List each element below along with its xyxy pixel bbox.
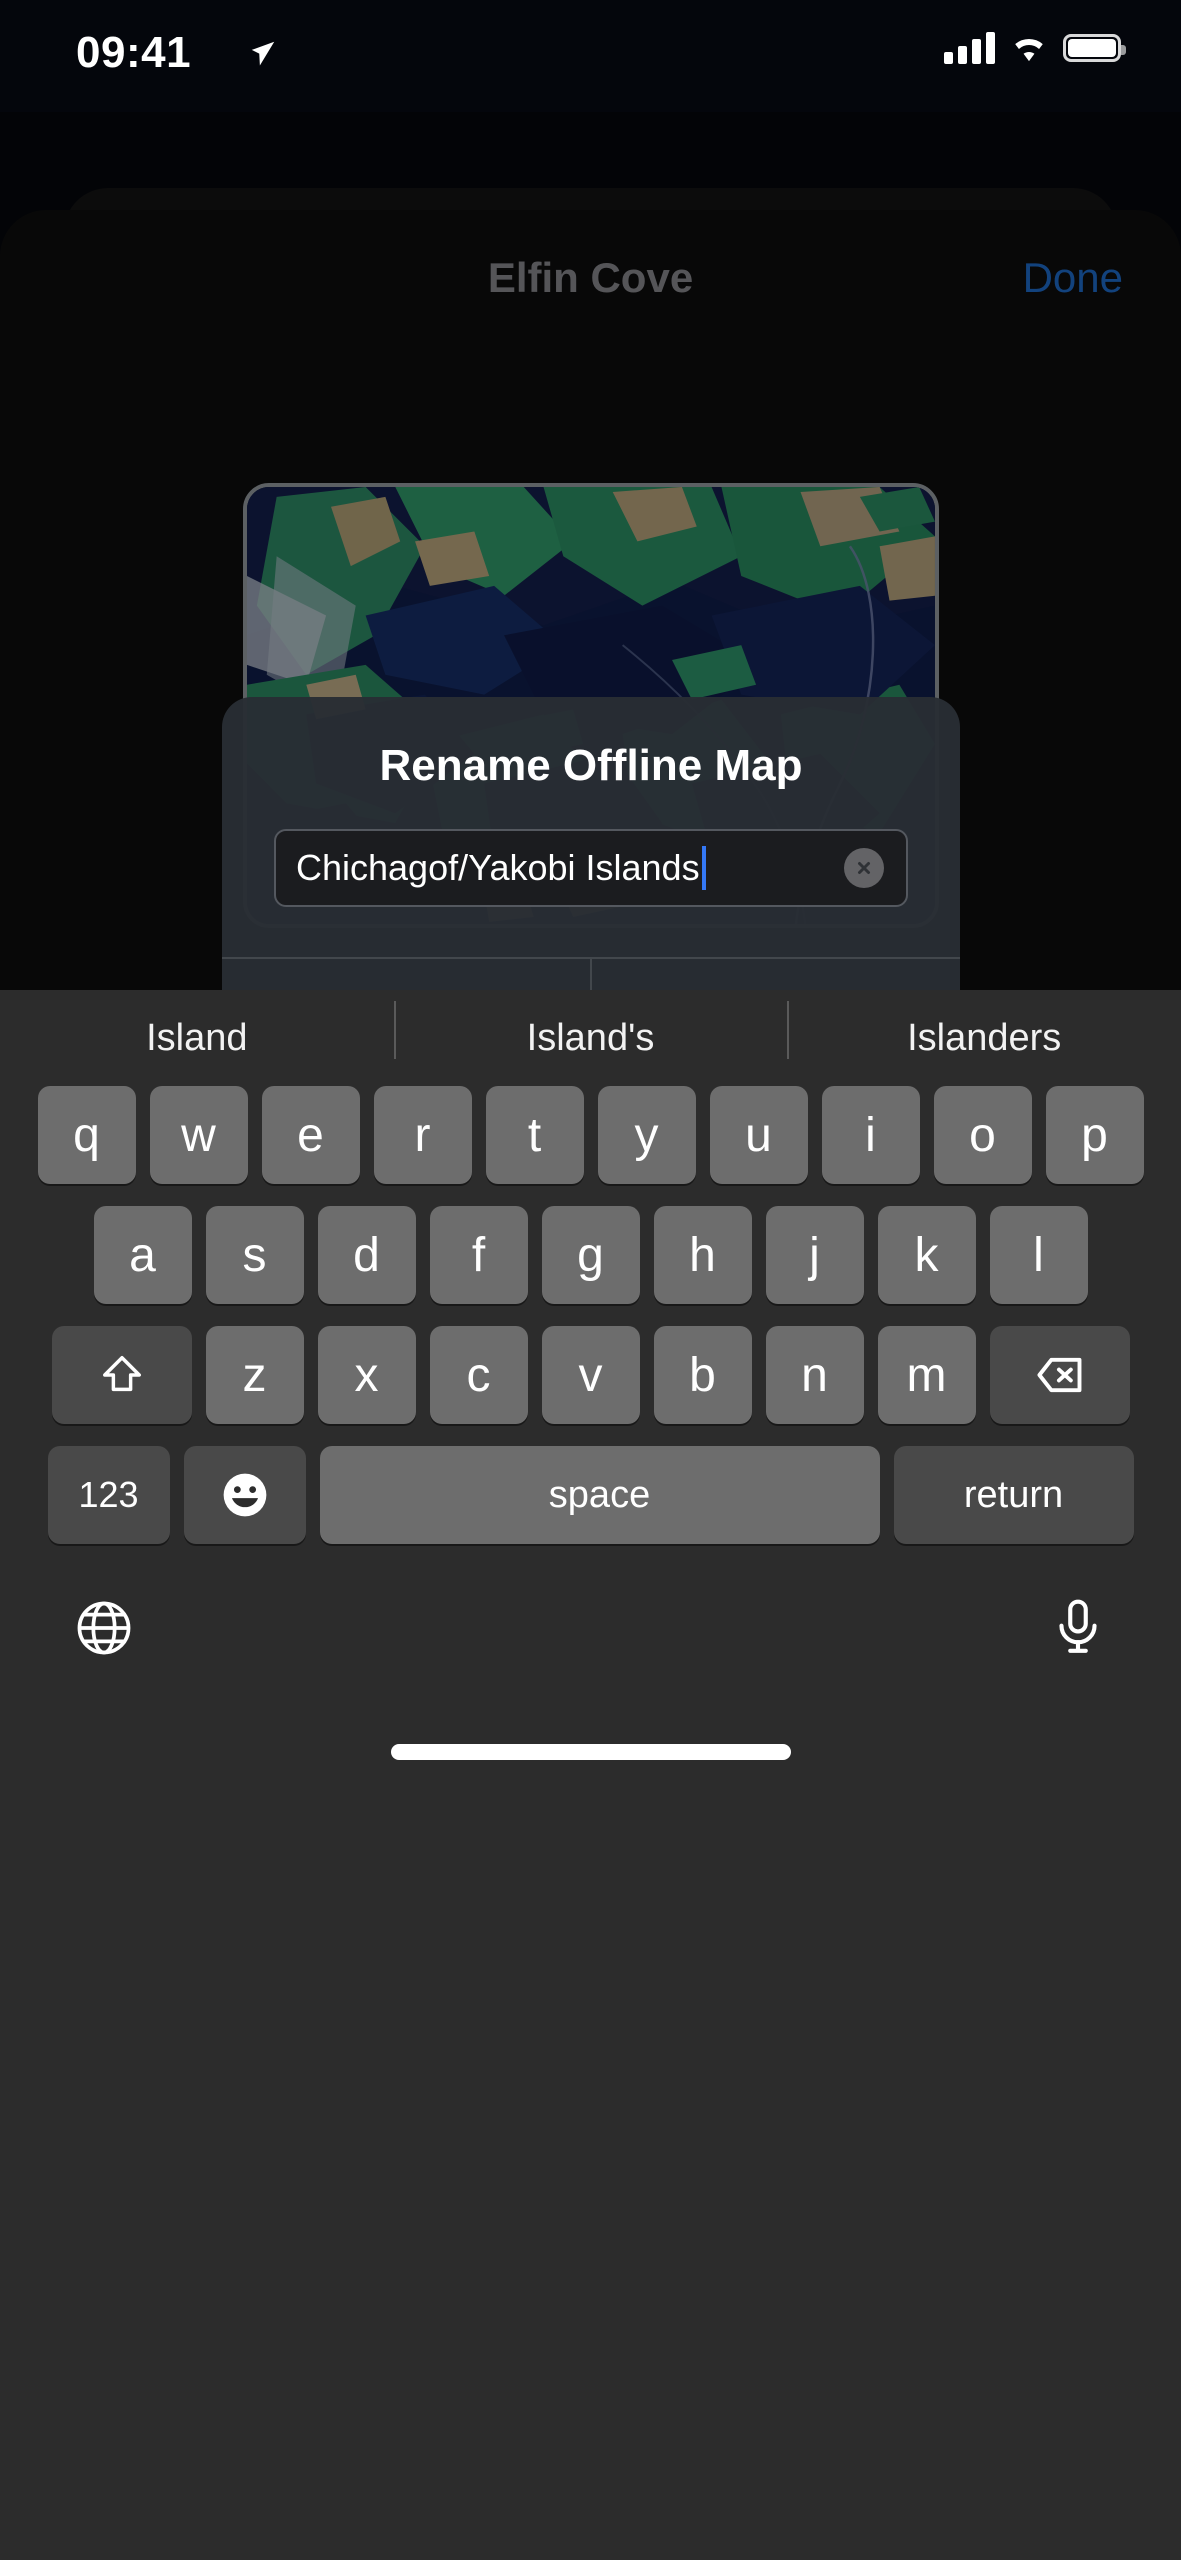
cellular-signal-icon <box>944 32 995 64</box>
iphone-screen: Elfin Cove Done Rename Offline Map Chich… <box>0 0 1181 2560</box>
battery-icon <box>1063 34 1126 62</box>
key-w[interactable]: w <box>149 1086 248 1184</box>
key-s[interactable]: s <box>205 1206 304 1304</box>
location-arrow-icon <box>251 41 275 66</box>
key-x[interactable]: x <box>317 1326 416 1424</box>
clear-text-button[interactable] <box>844 848 884 888</box>
key-v[interactable]: v <box>541 1326 640 1424</box>
key-a[interactable]: a <box>93 1206 192 1304</box>
key-y[interactable]: y <box>597 1086 696 1184</box>
suggestion-item[interactable]: Island <box>0 1017 394 1060</box>
status-indicators <box>944 32 1126 64</box>
wifi-icon <box>1015 38 1043 62</box>
alert-field-wrapper: Chichagof/Yakobi Islands <box>222 791 960 907</box>
key-o[interactable]: o <box>933 1086 1032 1184</box>
key-j[interactable]: j <box>765 1206 864 1304</box>
key-c[interactable]: c <box>429 1326 528 1424</box>
key-u[interactable]: u <box>709 1086 808 1184</box>
keyboard-row-2: a s d f g h j k l <box>0 1206 1181 1304</box>
status-bar: 09:41 <box>0 0 1181 112</box>
return-key[interactable]: return <box>893 1446 1134 1544</box>
key-h[interactable]: h <box>653 1206 752 1304</box>
text-cursor <box>701 846 706 890</box>
key-n[interactable]: n <box>765 1326 864 1424</box>
emoji-smiley-icon <box>223 1473 266 1517</box>
shift-arrow-icon <box>102 1356 141 1392</box>
key-r[interactable]: r <box>373 1086 472 1184</box>
rename-text-field[interactable]: Chichagof/Yakobi Islands <box>274 829 908 907</box>
keyboard-row-3: z x c v b n m <box>0 1326 1181 1424</box>
alert-title: Rename Offline Map <box>379 741 803 790</box>
key-z[interactable]: z <box>205 1326 304 1424</box>
globe-icon <box>77 1601 131 1655</box>
backspace-icon <box>1036 1357 1081 1393</box>
status-time: 09:41 <box>76 28 192 77</box>
key-q[interactable]: q <box>37 1086 136 1184</box>
suggestion-item[interactable]: Islanders <box>787 1000 1181 1060</box>
shift-key[interactable] <box>51 1326 192 1424</box>
keyboard-row-4: 123 space return <box>0 1446 1181 1544</box>
suggestion-bar: Island Island's Islanders <box>0 990 1181 1086</box>
key-k[interactable]: k <box>877 1206 976 1304</box>
suggestion-item[interactable]: Island's <box>393 1000 788 1060</box>
key-b[interactable]: b <box>653 1326 752 1424</box>
dictation-key[interactable] <box>1047 1596 1109 1663</box>
rename-input-value: Chichagof/Yakobi Islands <box>296 847 700 888</box>
clear-circle-icon <box>858 862 870 874</box>
onscreen-keyboard: Island Island's Islanders q w e r t y u … <box>0 990 1181 2560</box>
key-f[interactable]: f <box>429 1206 528 1304</box>
key-i[interactable]: i <box>821 1086 920 1184</box>
backspace-key[interactable] <box>989 1326 1130 1424</box>
emoji-key[interactable] <box>183 1446 306 1544</box>
microphone-icon <box>1059 1599 1097 1653</box>
key-d[interactable]: d <box>317 1206 416 1304</box>
key-t[interactable]: t <box>485 1086 584 1184</box>
key-p[interactable]: p <box>1045 1086 1144 1184</box>
key-l[interactable]: l <box>989 1206 1088 1304</box>
keyboard-bottom-bar <box>0 1566 1181 1796</box>
key-g[interactable]: g <box>541 1206 640 1304</box>
numeric-key[interactable]: 123 <box>47 1446 170 1544</box>
globe-key[interactable] <box>72 1596 136 1665</box>
home-indicator <box>390 1744 791 1760</box>
space-key[interactable]: space <box>319 1446 880 1544</box>
key-m[interactable]: m <box>877 1326 976 1424</box>
key-e[interactable]: e <box>261 1086 360 1184</box>
keyboard-row-1: q w e r t y u i o p <box>0 1086 1181 1184</box>
